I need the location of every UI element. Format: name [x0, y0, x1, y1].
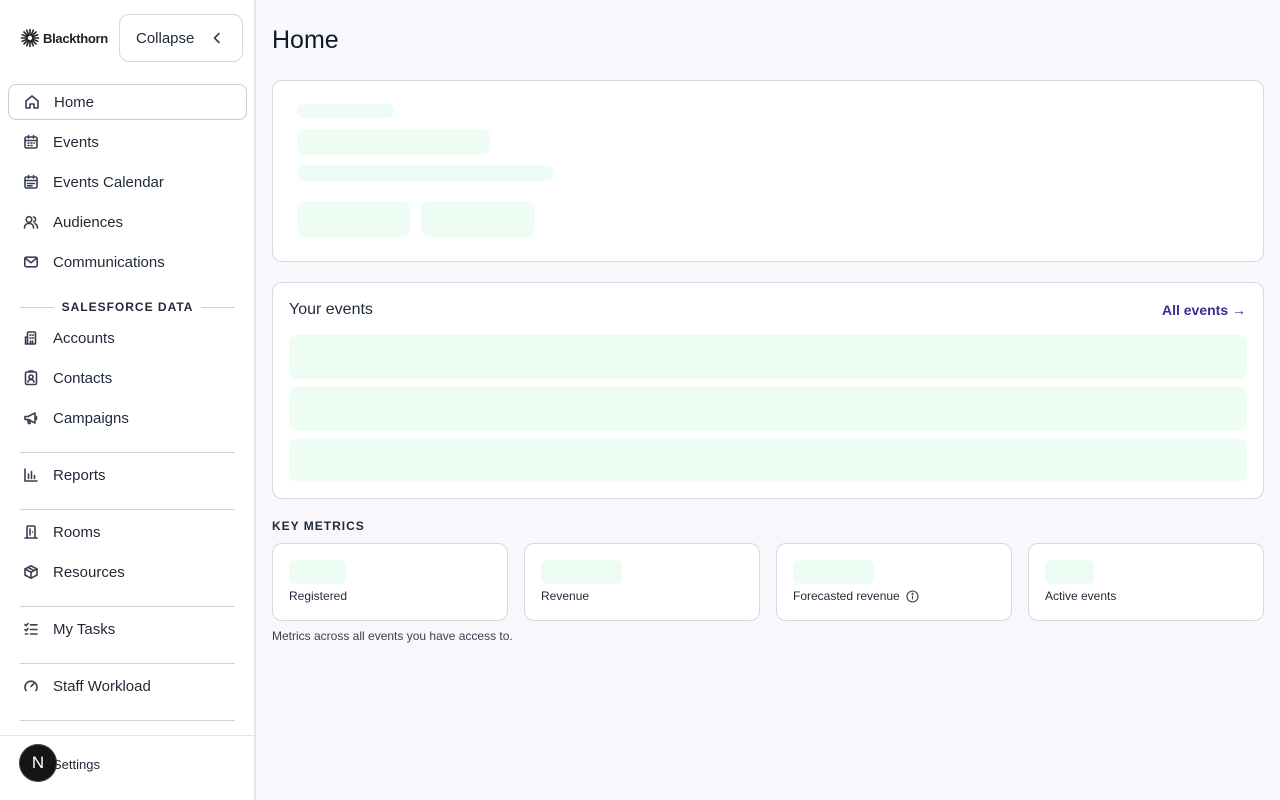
door-icon [24, 525, 38, 539]
sidebar: Blackthorn Collapse Home Events Events C… [0, 0, 256, 800]
sidebar-item-label: Home [54, 93, 95, 111]
skeleton-metric-value [793, 560, 874, 584]
calendar-grid-icon [24, 174, 38, 189]
metric-label-text: Forecasted revenue [793, 589, 900, 603]
building-icon [24, 331, 37, 345]
collapse-label: Collapse [136, 29, 195, 47]
gauge-icon [24, 680, 38, 692]
skeleton-line [297, 165, 554, 181]
skeleton-metric-value [289, 560, 346, 584]
skeleton-event-row [289, 438, 1247, 482]
sidebar-divider [20, 452, 235, 453]
skeleton-button [297, 201, 410, 237]
your-events-card: Your events All events → [272, 282, 1264, 499]
metric-label-text: Revenue [541, 589, 590, 603]
section-divider [201, 306, 236, 308]
sidebar-item-label: Rooms [53, 523, 101, 541]
sidebar-item-campaigns[interactable]: Campaigns [8, 400, 247, 436]
sidebar-item-label: My Tasks [53, 620, 116, 638]
your-events-title: Your events [289, 301, 373, 318]
sidebar-item-label: Events Calendar [53, 173, 164, 191]
megaphone-icon [24, 412, 38, 425]
sidebar-item-communications[interactable]: Communications [8, 244, 247, 280]
sidebar-item-settings[interactable]: Settings [53, 757, 100, 772]
sidebar-item-my-tasks[interactable]: My Tasks [8, 611, 247, 647]
sidebar-item-contacts[interactable]: Contacts [8, 360, 247, 396]
sidebar-item-home[interactable]: Home [8, 84, 247, 120]
metric-card-registered: Registered [272, 543, 508, 621]
brand-name: Blackthorn [43, 30, 108, 46]
sidebar-item-audiences[interactable]: Audiences [8, 204, 247, 240]
welcome-card-loading [272, 80, 1264, 262]
metric-label-text: Active events [1045, 589, 1117, 603]
sidebar-item-rooms[interactable]: Rooms [8, 514, 247, 550]
sidebar-item-reports[interactable]: Reports [8, 457, 247, 493]
sidebar-item-accounts[interactable]: Accounts [8, 320, 247, 356]
sidebar-divider [20, 663, 235, 664]
box-icon [24, 565, 38, 579]
sidebar-item-resources[interactable]: Resources [8, 554, 247, 590]
metric-label: Forecasted revenue [793, 589, 919, 603]
task-list-icon [24, 622, 38, 635]
sidebar-item-label: Events [53, 133, 99, 151]
key-metrics-heading: KEY METRICS [272, 519, 365, 533]
skeleton-event-row [289, 335, 1247, 379]
section-label: SALESFORCE DATA [61, 300, 194, 314]
users-icon [23, 215, 39, 229]
skeleton-button [421, 201, 535, 237]
bar-chart-icon [24, 468, 38, 482]
page-title: Home [272, 26, 339, 54]
sidebar-item-label: Reports [53, 466, 106, 484]
sidebar-item-label: Accounts [53, 329, 115, 347]
all-events-link[interactable]: All events → [1162, 302, 1246, 318]
sidebar-footer-divider [0, 735, 254, 736]
skeleton-event-row [289, 387, 1247, 431]
sidebar-divider [20, 509, 235, 510]
metric-label: Registered [289, 589, 347, 603]
mail-icon [23, 256, 38, 268]
contact-card-icon [24, 370, 38, 386]
skeleton-metric-value [1045, 560, 1094, 584]
chevron-left-icon [213, 32, 220, 44]
calendar-icon [24, 134, 38, 149]
skeleton-heading [297, 129, 490, 155]
sidebar-item-label: Resources [53, 563, 125, 581]
home-icon [25, 95, 39, 109]
metric-label: Revenue [541, 589, 589, 603]
metric-label: Active events [1045, 589, 1116, 603]
info-icon[interactable] [906, 589, 919, 603]
section-divider [20, 306, 54, 308]
collapse-button[interactable]: Collapse [119, 14, 243, 62]
skeleton-metric-value [541, 560, 622, 584]
salesforce-data-section: SALESFORCE DATA [20, 299, 236, 315]
sidebar-item-events-calendar[interactable]: Events Calendar [8, 164, 247, 200]
blackthorn-logo-icon [20, 28, 40, 48]
user-avatar[interactable]: N [19, 744, 57, 782]
brand-logo[interactable]: Blackthorn [20, 27, 108, 49]
sidebar-item-label: Communications [53, 253, 165, 271]
metric-card-revenue: Revenue [524, 543, 760, 621]
sidebar-divider [20, 606, 235, 607]
metrics-note: Metrics across all events you have acces… [272, 629, 513, 643]
skeleton-line [297, 104, 394, 118]
metric-card-active-events: Active events [1028, 543, 1264, 621]
sidebar-divider [20, 720, 235, 721]
sidebar-item-events[interactable]: Events [8, 124, 247, 160]
sidebar-item-label: Campaigns [53, 409, 129, 427]
sidebar-item-label: Contacts [53, 369, 113, 387]
metric-label-text: Registered [289, 589, 348, 603]
metric-card-forecasted-revenue: Forecasted revenue [776, 543, 1012, 621]
sidebar-item-label: Audiences [53, 213, 124, 231]
sidebar-item-label: Staff Workload [53, 677, 151, 695]
sidebar-item-staff-workload[interactable]: Staff Workload [8, 668, 247, 704]
